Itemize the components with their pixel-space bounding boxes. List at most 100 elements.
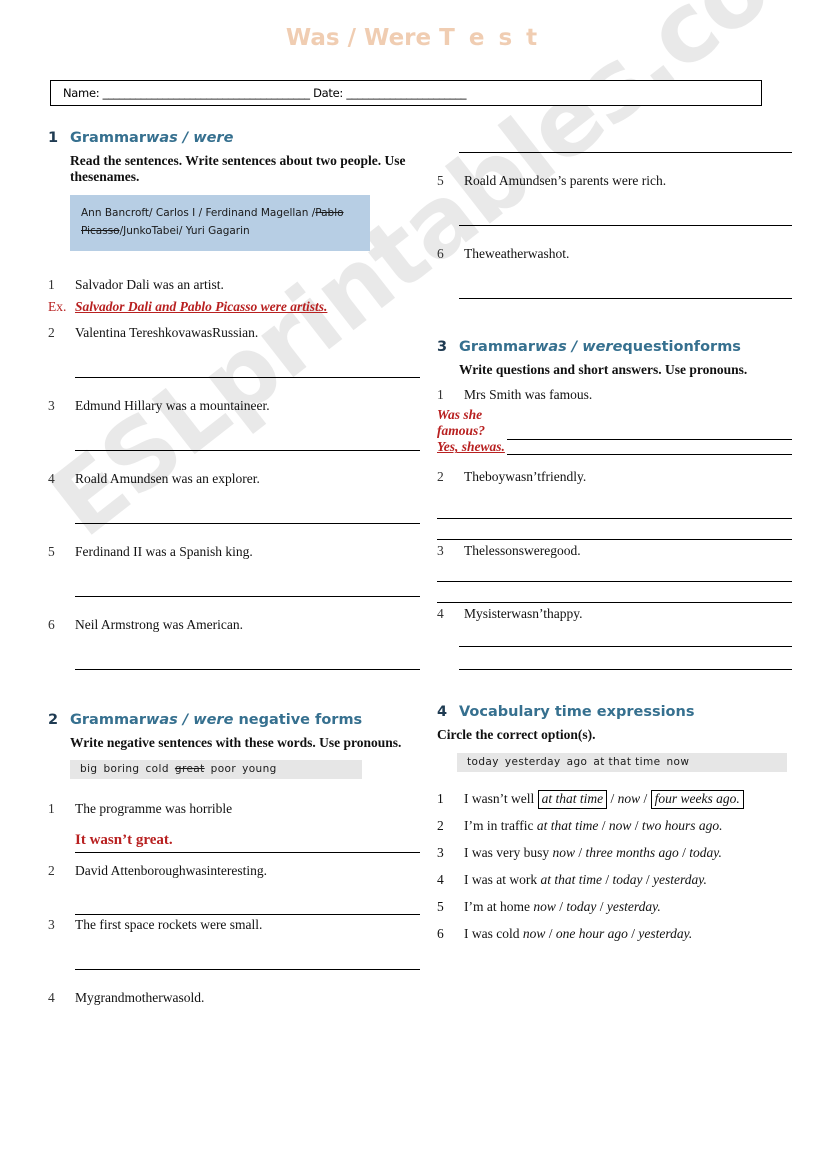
exercise-4-item-3[interactable]: 3 I was very busy now / three months ago… xyxy=(437,844,792,863)
item-text: Neil Armstrong was American. xyxy=(75,616,243,632)
answer-line[interactable] xyxy=(437,539,792,541)
exercise-1-item-4: 4 Roald Amundsen was an explorer. xyxy=(48,471,420,524)
exercise-2-item-4: 4 Mygrandmotherwasold. xyxy=(48,990,420,1006)
item-number: 3 xyxy=(48,917,55,933)
option[interactable]: today xyxy=(566,899,596,914)
exercise-4-item-4[interactable]: 4 I was at work at that time / today / y… xyxy=(437,871,792,890)
exercise-1-continued: 5 Roald Amundsen’s parents were rich. 6 … xyxy=(437,130,792,299)
exercise-1-heading: 1 Grammarwas / were xyxy=(48,130,420,146)
option[interactable]: today. xyxy=(689,845,722,860)
item-text: I’m in traffic at that time / now / two … xyxy=(464,818,723,834)
option[interactable]: at that time xyxy=(537,818,599,833)
option[interactable]: now xyxy=(618,791,641,806)
option[interactable]: two hours ago. xyxy=(642,818,723,833)
exercise-1-word-box: Ann Bancroft/ Carlos I / Ferdinand Magel… xyxy=(70,194,370,251)
option[interactable]: at that time xyxy=(540,872,602,887)
exercise-4-item-1[interactable]: 1 I wasn’t well at that time / now / fou… xyxy=(437,790,792,809)
option[interactable]: yesterday. xyxy=(607,899,661,914)
exercise-4-word-bank: today yesterday ago at that time now xyxy=(457,752,787,772)
item-text: The programme was horrible xyxy=(75,801,233,817)
option[interactable]: now xyxy=(523,926,546,941)
item-number: 5 xyxy=(437,173,444,188)
item-number: 3 xyxy=(48,397,55,413)
right-column: 5 Roald Amundsen’s parents were rich. 6 … xyxy=(437,130,792,952)
item-number: 6 xyxy=(437,246,444,261)
item-number: 5 xyxy=(437,899,444,915)
circled-option[interactable]: four weeks ago. xyxy=(650,790,744,809)
exercise-3-example-answer: Yes, shewas. xyxy=(437,439,507,456)
exercise-3-item-4: 4 Mysisterwasn’thappy. xyxy=(437,606,792,671)
exercise-1-item-1: 1 Salvador Dali was an artist. Ex. Salva… xyxy=(48,277,420,315)
exercise-4-instruction: Circle the correct option(s). xyxy=(437,727,596,743)
exercise-4-item-2[interactable]: 2 I’m in traffic at that time / now / tw… xyxy=(437,817,792,836)
item-text: Theboywasn’tfriendly. xyxy=(464,469,587,485)
answer-line[interactable] xyxy=(75,595,420,597)
answer-line[interactable] xyxy=(75,668,420,670)
option[interactable]: now xyxy=(609,818,632,833)
answer-line[interactable] xyxy=(75,852,420,854)
exercise-4-item-5[interactable]: 5 I’m at home now / today / yesterday. xyxy=(437,898,792,917)
exercise-2-example-answer: It wasn’t great. xyxy=(75,832,173,849)
item-number: 4 xyxy=(48,990,55,1006)
exercise-3: 3 Grammarwas / werequestionforms Write q… xyxy=(437,339,792,671)
item-number: 4 xyxy=(48,470,55,486)
item-text: I was very busy now / three months ago /… xyxy=(464,845,722,861)
item-text: Mrs Smith was famous. xyxy=(464,387,593,403)
exercise-1: 1 Grammarwas / were Read the sentences. … xyxy=(48,130,420,670)
exercise-4-item-6[interactable]: 6 I was cold now / one hour ago / yester… xyxy=(437,925,792,944)
example-label: Ex. xyxy=(48,298,67,314)
answer-line[interactable] xyxy=(75,969,420,971)
exercise-4: 4 Vocabulary time expressions Circle the… xyxy=(437,704,792,943)
exercise-4-heading: 4 Vocabulary time expressions xyxy=(437,704,792,720)
exercise-3-instruction: Write questions and short answers. Use p… xyxy=(459,362,748,377)
item-text: Salvador Dali was an artist. xyxy=(75,276,224,292)
exercise-2-item-1: 1 The programme was horrible It wasn’t g… xyxy=(48,801,420,854)
exercise-1-number: 1 xyxy=(48,130,59,146)
wordbox-part1: Ann Bancroft/ Carlos I / Ferdinand Magel… xyxy=(81,206,316,219)
worksheet-page: Was / Were T e s t Name: _______________… xyxy=(0,0,826,1169)
exercise-1-item-6: 6 Neil Armstrong was American. xyxy=(48,617,420,670)
exercise-2: 2 Grammarwas / were negative forms Write… xyxy=(48,712,420,1006)
option[interactable]: three months ago xyxy=(586,845,679,860)
option[interactable]: yesterday. xyxy=(638,926,692,941)
item-number: 2 xyxy=(437,818,444,834)
answer-line[interactable] xyxy=(459,225,792,226)
exercise-3-number: 3 xyxy=(437,339,448,355)
exercise-4-title: Vocabulary time expressions xyxy=(459,704,695,721)
item-text: Ferdinand II was a Spanish king. xyxy=(75,543,253,559)
word-bank-item: big xyxy=(80,763,98,776)
circled-option[interactable]: at that time xyxy=(537,790,608,809)
answer-line[interactable] xyxy=(459,669,792,671)
exercise-2-heading: 2 Grammarwas / were negative forms xyxy=(48,712,420,728)
item-number: 1 xyxy=(437,791,444,807)
exercise-2-title: Grammarwas / were negative forms xyxy=(70,711,363,728)
item-number: 1 xyxy=(48,801,55,817)
exercise-3-item-3: 3 Thelessonsweregood. xyxy=(437,543,792,604)
item-text: Mygrandmotherwasold. xyxy=(75,990,205,1006)
name-date-field[interactable]: Name: __________________________________… xyxy=(50,80,762,106)
exercise-3-item-1: 1 Mrs Smith was famous. Was she famous? … xyxy=(437,387,792,456)
option[interactable]: today xyxy=(613,872,643,887)
exercise-1-item-5-right: 5 Roald Amundsen’s parents were rich. xyxy=(437,173,792,226)
answer-line[interactable] xyxy=(459,298,792,299)
answer-line[interactable] xyxy=(75,449,420,451)
exercise-4-number: 4 xyxy=(437,704,448,721)
answer-line[interactable] xyxy=(437,602,792,604)
item-text: Theweatherwashot. xyxy=(464,246,570,261)
option[interactable]: yesterday. xyxy=(653,872,707,887)
answer-line[interactable] xyxy=(75,376,420,378)
example-answer: Salvador Dali and Pablo Picasso were art… xyxy=(75,298,328,314)
option[interactable]: now xyxy=(552,845,575,860)
item-text: I’m at home now / today / yesterday. xyxy=(464,899,661,915)
exercise-3-example-question-line2: famous? xyxy=(437,423,486,439)
item-text: Roald Amundsen was an explorer. xyxy=(75,470,260,486)
option[interactable]: now xyxy=(533,899,556,914)
option[interactable]: one hour ago xyxy=(556,926,628,941)
answer-line[interactable] xyxy=(75,522,420,524)
word-bank-item: ago xyxy=(566,755,588,768)
word-bank-item-struck: great xyxy=(174,763,205,776)
exercise-2-item-2: 2 David Attenboroughwasinteresting. xyxy=(48,863,420,916)
word-bank-item: poor xyxy=(210,763,237,776)
item-text: Roald Amundsen’s parents were rich. xyxy=(464,173,667,188)
answer-line[interactable] xyxy=(75,914,420,916)
